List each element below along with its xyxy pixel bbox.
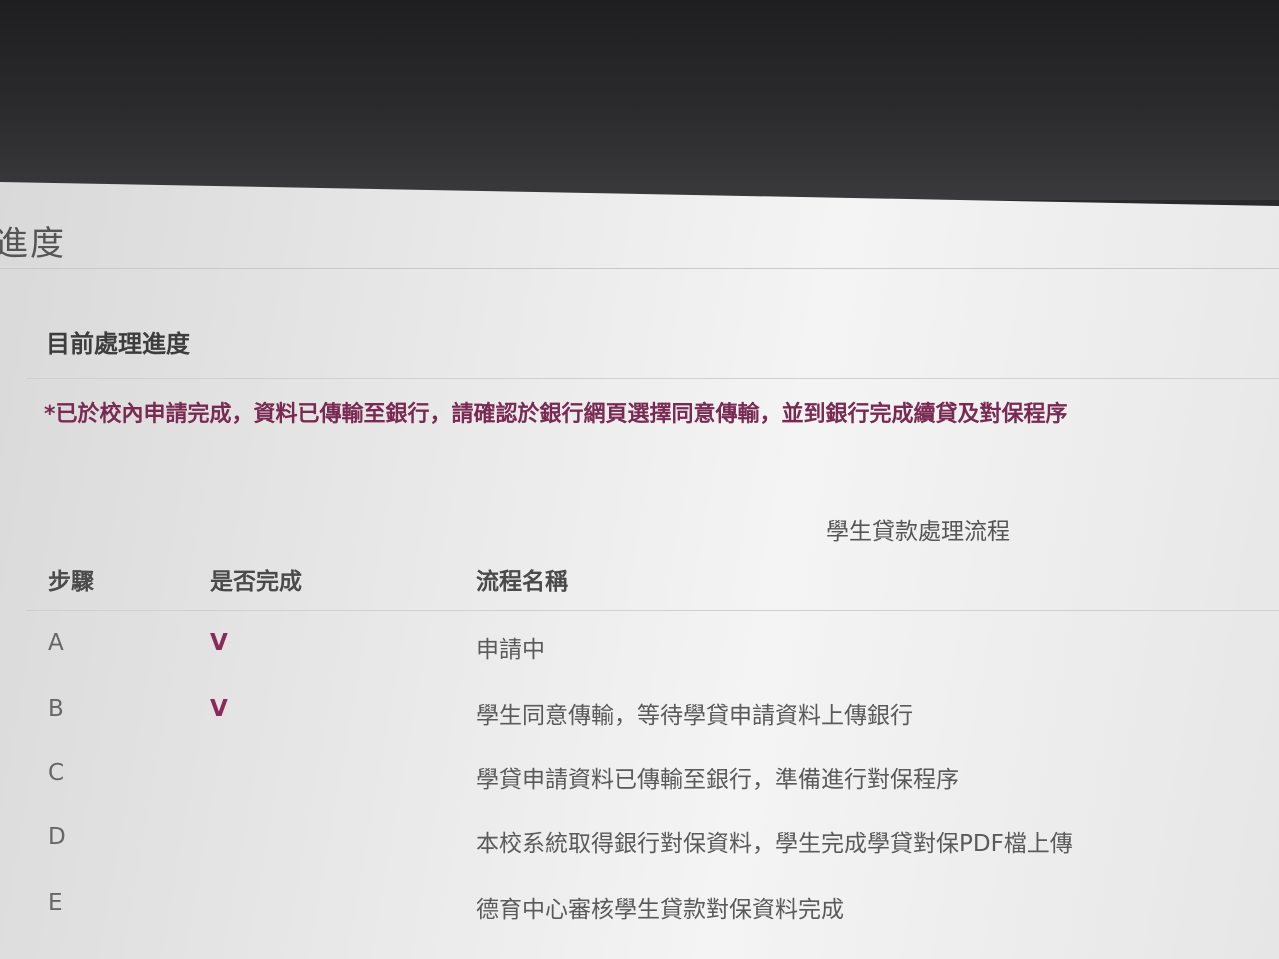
row-done-mark: V: [210, 696, 228, 722]
row-step: C: [48, 760, 65, 786]
row-process-name: 學貸申請資料已傳輸至銀行，準備進行對保程序: [476, 767, 959, 793]
table-row: C 學貸申請資料已傳輸至銀行，準備進行對保程序: [0, 760, 1279, 820]
monitor-bezel: [0, 0, 1279, 200]
row-process-name: 學生同意傳輸，等待學貸申請資料上傳銀行: [476, 703, 913, 729]
row-step: D: [48, 824, 66, 850]
panel-divider: [26, 378, 1279, 379]
panel-heading: 目前處理進度: [46, 330, 190, 358]
title-divider: [0, 268, 1279, 269]
page-title: 進度: [0, 224, 66, 264]
column-header-done: 是否完成: [210, 569, 302, 595]
header-divider: [26, 610, 1279, 611]
row-done-mark: V: [210, 630, 228, 656]
column-header-step: 步驟: [48, 569, 94, 595]
row-process-name: 德育中心審核學生貸款對保資料完成: [476, 897, 844, 923]
row-step: E: [48, 890, 63, 916]
screen: 進度 目前處理進度 *已於校內申請完成，資料已傳輸至銀行，請確認於銀行網頁選擇同…: [0, 182, 1279, 959]
table-row: E 德育中心審核學生貸款對保資料完成: [0, 890, 1279, 950]
status-notice: *已於校內申請完成，資料已傳輸至銀行，請確認於銀行網頁選擇同意傳輸，並到銀行完成…: [44, 402, 1068, 427]
row-step: B: [48, 696, 64, 722]
row-step: A: [48, 630, 64, 656]
table-row: B V 學生同意傳輸，等待學貸申請資料上傳銀行: [0, 696, 1279, 756]
table-row: D 本校系統取得銀行對保資料，學生完成學貸對保PDF檔上傳: [0, 824, 1279, 884]
column-header-name: 流程名稱: [476, 569, 568, 595]
row-process-name: 申請中: [476, 637, 545, 663]
table-row: A V 申請中: [0, 630, 1279, 690]
table-caption: 學生貸款處理流程: [826, 519, 1010, 545]
row-process-name: 本校系統取得銀行對保資料，學生完成學貸對保PDF檔上傳: [476, 831, 1073, 857]
